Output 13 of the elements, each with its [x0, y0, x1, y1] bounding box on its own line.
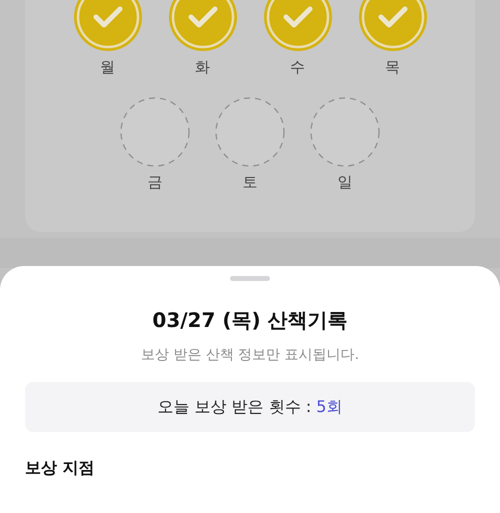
sheet-subtitle: 보상 받은 산책 정보만 표시됩니다.	[140, 346, 360, 364]
weekday-label: 월	[100, 58, 115, 77]
weekday-label: 금	[148, 173, 162, 192]
weekday-label: 목	[385, 58, 400, 77]
section-title: 보상 지점	[25, 458, 95, 479]
reward-count-value: 5회	[316, 396, 342, 418]
weekday-label: 일	[338, 173, 352, 192]
weekday-label: 화	[195, 58, 210, 77]
weekday-label: 토	[242, 173, 258, 192]
reward-count-label: 오늘 보상 받은 횟수 :	[158, 396, 312, 418]
sheet-title: 03/27 (목) 산책기록	[152, 307, 348, 334]
weekday-label: 수	[290, 58, 305, 77]
drag-handle[interactable]	[230, 276, 270, 281]
